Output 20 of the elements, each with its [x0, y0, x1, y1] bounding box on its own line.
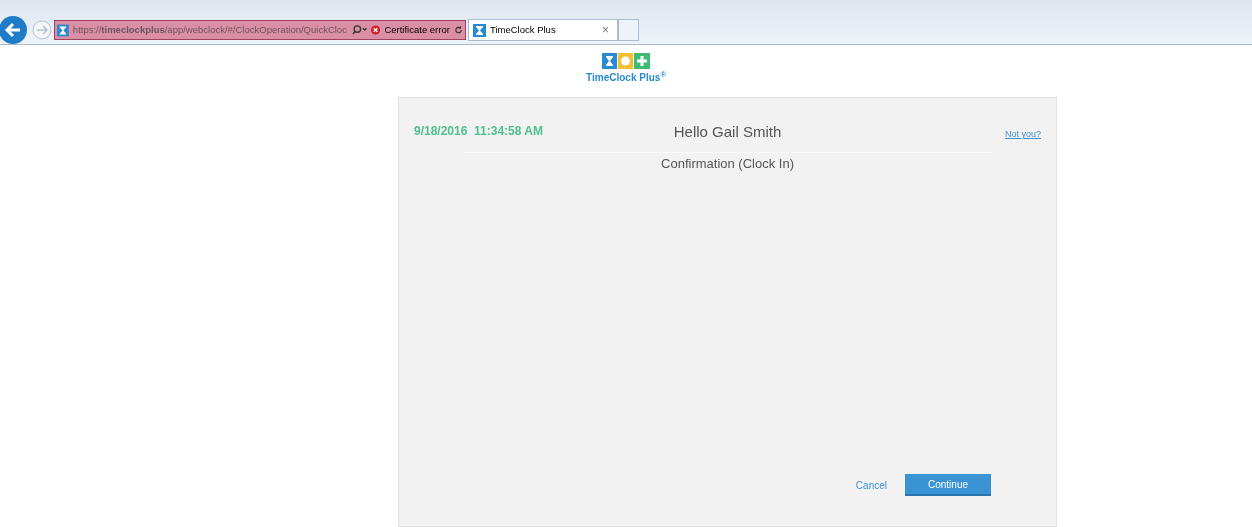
greeting: Hello Gail Smith	[672, 122, 783, 142]
back-icon[interactable]	[0, 15, 28, 45]
browser-tab[interactable]: TimeClock Plus ×	[468, 19, 618, 41]
continue-button[interactable]: Continue	[905, 474, 991, 496]
refresh-icon[interactable]	[453, 25, 463, 35]
subtitle: Confirmation (Clock In)	[660, 154, 795, 173]
tab-title: TimeClock Plus	[490, 22, 557, 37]
logo-text: TimeClock Plus$^{®}$	[586, 70, 666, 85]
hourglass-icon	[473, 23, 486, 37]
search-icon[interactable]	[350, 24, 368, 36]
date-time: 9/18/2016 11:34:58 AM	[414, 123, 544, 140]
url-text: https://timeclockplus/app/webclock/#/ClockOperation/QuickCloc	[72, 22, 347, 37]
address-bar[interactable]: https://timeclockplus/app/webclock/#/ClockOperation/QuickCloc Certificate error	[54, 20, 466, 40]
certificate-error[interactable]: Certificate error	[384, 22, 450, 38]
error-icon	[371, 25, 381, 35]
cancel-button[interactable]: Cancel	[851, 477, 891, 493]
not-you-link[interactable]: Not you?	[841, 128, 1041, 142]
logo-icon	[602, 53, 650, 69]
hourglass-icon	[57, 23, 69, 37]
close-icon[interactable]: ×	[602, 24, 609, 36]
